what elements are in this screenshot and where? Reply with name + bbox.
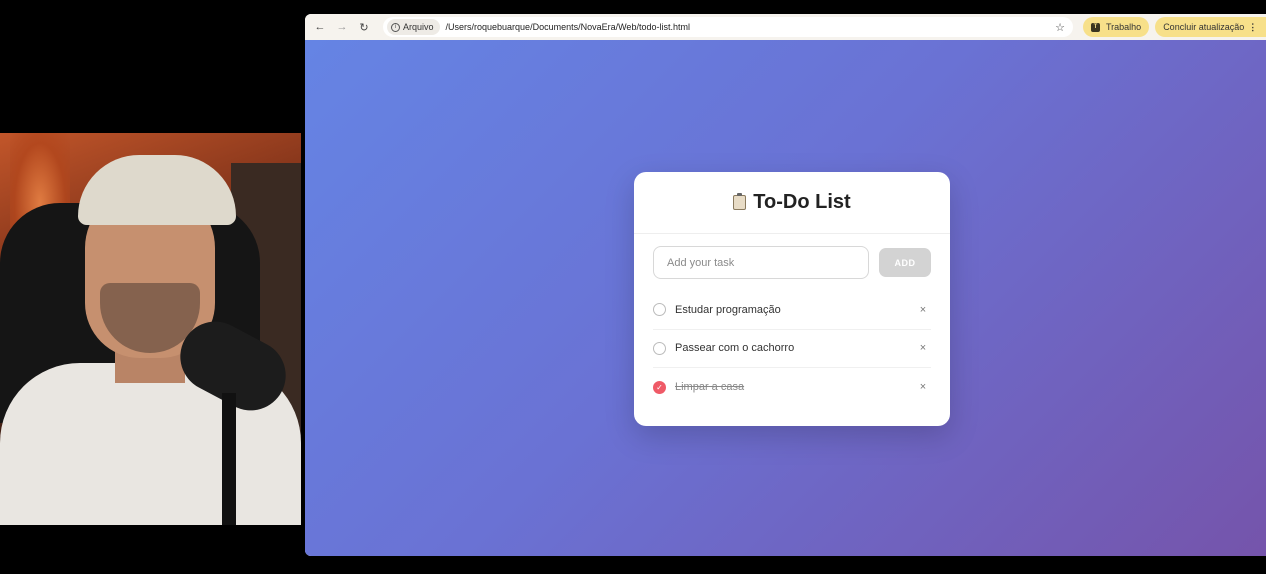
page-viewport: To-Do List ADD Estudar programação × Pas… (305, 40, 1266, 556)
todo-card: To-Do List ADD Estudar programação × Pas… (634, 172, 950, 426)
task-text: Estudar programação (675, 303, 781, 316)
card-header: To-Do List (634, 172, 950, 234)
input-row: ADD (634, 234, 950, 279)
task-list: Estudar programação × Passear com o cach… (634, 279, 950, 407)
list-item: Estudar programação × (653, 291, 931, 330)
add-button[interactable]: ADD (879, 248, 931, 277)
delete-x-icon[interactable]: × (916, 381, 930, 393)
clipboard-icon (733, 193, 747, 210)
checkbox-checked[interactable]: ✓ (653, 380, 666, 394)
mic-stand (222, 393, 236, 525)
webcam-video (0, 133, 301, 525)
cap (78, 155, 236, 225)
profile-icon: T (1091, 22, 1100, 32)
info-icon: i (391, 22, 400, 32)
url-text[interactable]: /Users/roquebuarque/Documents/NovaEra/We… (446, 22, 690, 32)
page-title: To-Do List (753, 191, 851, 213)
profile-label: Trabalho (1106, 22, 1142, 32)
list-item: ✓ Limpar a casa × (653, 368, 931, 407)
site-info-chip[interactable]: i Arquivo (387, 19, 440, 35)
delete-x-icon[interactable]: × (916, 304, 930, 316)
reload-icon[interactable]: ↻ (353, 21, 375, 34)
task-input[interactable] (653, 246, 869, 279)
update-label: Concluir atualização (1163, 22, 1245, 32)
site-info-label: Arquivo (403, 22, 434, 32)
checkbox[interactable] (653, 303, 666, 317)
checkbox[interactable] (653, 341, 666, 355)
back-arrow-icon[interactable]: ← (309, 21, 331, 33)
task-text: Limpar a casa (675, 381, 745, 394)
browser-toolbar: ← → ↻ i Arquivo /Users/roquebuarque/Docu… (305, 14, 1266, 40)
address-bar[interactable]: i Arquivo /Users/roquebuarque/Documents/… (383, 17, 1073, 37)
delete-x-icon[interactable]: × (916, 342, 930, 354)
bookmark-star-icon[interactable]: ☆ (1055, 21, 1065, 34)
list-item: Passear com o cachorro × (653, 330, 931, 368)
menu-kebab-icon[interactable]: ⋮ (1248, 22, 1257, 33)
update-button[interactable]: Concluir atualização ⋮ (1155, 17, 1266, 37)
browser-window: ← → ↻ i Arquivo /Users/roquebuarque/Docu… (305, 14, 1266, 556)
task-text: Passear com o cachorro (675, 342, 795, 355)
forward-arrow-icon[interactable]: → (331, 21, 353, 33)
profile-button[interactable]: T Trabalho (1083, 17, 1150, 37)
